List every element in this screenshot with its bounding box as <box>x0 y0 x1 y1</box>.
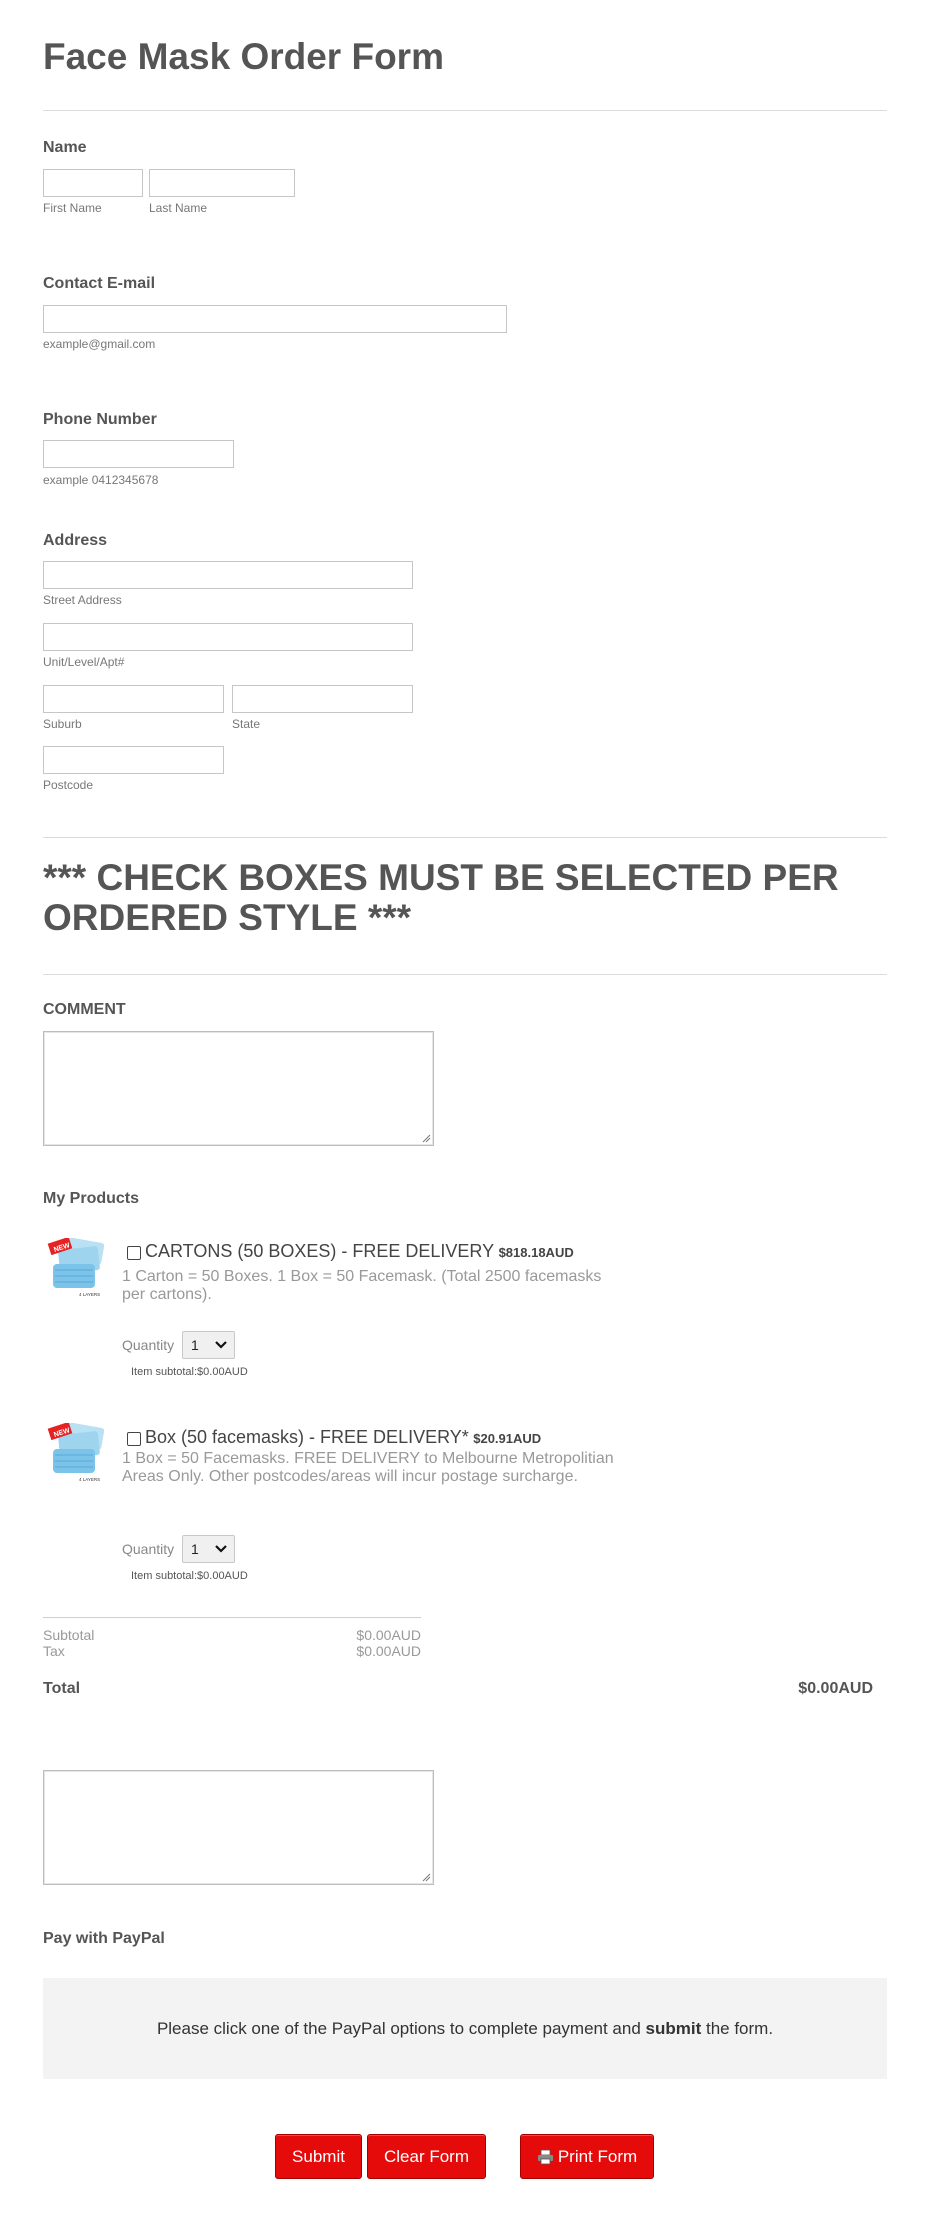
product-price: $20.91AUD <box>473 1431 542 1446</box>
paypal-message-bold: submit <box>645 2018 702 2038</box>
email-sublabel: example@gmail.com <box>43 337 156 351</box>
quantity-select-box[interactable]: 1 <box>182 1535 235 1563</box>
product-image-cartons: NEW 4 LAYERS <box>47 1238 109 1300</box>
comment-textarea[interactable] <box>43 1031 434 1146</box>
product-checkbox-box[interactable] <box>127 1432 141 1446</box>
paypal-message: Please click one of the PayPal options t… <box>157 2019 773 2039</box>
paypal-message-text-end: the form. <box>701 2018 774 2038</box>
item-subtotal: Item subtotal:$0.00AUD <box>131 1366 248 1378</box>
paypal-info-box: Please click one of the PayPal options t… <box>43 1978 887 2079</box>
submit-button-label: Submit <box>292 2146 345 2166</box>
last-name-sublabel: Last Name <box>149 201 208 215</box>
product-title-row: CARTONS (50 BOXES) - FREE DELIVERY $818.… <box>145 1241 574 1262</box>
quantity-select-cartons[interactable]: 1 <box>182 1331 235 1359</box>
check-boxes-notice: *** CHECK BOXES MUST BE SELECTED PER ORD… <box>43 857 839 938</box>
product-description: 1 Carton = 50 Boxes. 1 Box = 50 Facemask… <box>122 1268 602 1303</box>
print-form-button-label: Print Form <box>557 2146 638 2166</box>
form-title: Face Mask Order Form <box>43 36 444 77</box>
quantity-label: Quantity <box>122 1337 175 1353</box>
state-input[interactable] <box>232 685 413 713</box>
quantity-value: 1 <box>191 1337 199 1353</box>
street-address-sublabel: Street Address <box>43 593 122 607</box>
first-name-sublabel: First Name <box>43 201 102 215</box>
resize-handle-icon[interactable] <box>422 1873 431 1882</box>
phone-label: Phone Number <box>43 411 157 428</box>
product-image-caption: 4 LAYERS <box>79 1292 100 1297</box>
divider <box>43 837 887 838</box>
postcode-input[interactable] <box>43 746 224 774</box>
product-title: Box (50 facemasks) - FREE DELIVERY* <box>145 1427 469 1447</box>
submit-button[interactable]: Submit <box>275 2134 362 2179</box>
summary-divider <box>43 1617 421 1618</box>
printer-icon <box>537 2149 553 2164</box>
product-image-box: NEW 4 LAYERS <box>47 1423 109 1485</box>
tax-label: Tax <box>43 1643 65 1659</box>
name-label: Name <box>43 139 87 156</box>
notes-textarea[interactable] <box>43 1770 434 1885</box>
first-name-input[interactable] <box>43 169 143 197</box>
clear-form-button-label: Clear Form <box>383 2146 469 2166</box>
divider <box>43 974 887 975</box>
subtotal-label: Subtotal <box>43 1627 95 1643</box>
product-title-row: Box (50 facemasks) - FREE DELIVERY* $20.… <box>145 1427 541 1448</box>
chevron-down-icon <box>215 1341 227 1349</box>
total-label: Total <box>43 1680 81 1697</box>
item-subtotal: Item subtotal:$0.00AUD <box>131 1570 248 1582</box>
phone-input[interactable] <box>43 440 234 468</box>
product-image-caption: 4 LAYERS <box>79 1477 100 1482</box>
tax-value: $0.00AUD <box>356 1643 421 1659</box>
postcode-sublabel: Postcode <box>43 778 94 792</box>
phone-sublabel: example 0412345678 <box>43 473 159 487</box>
state-sublabel: State <box>232 717 261 731</box>
total-value: $0.00AUD <box>798 1680 873 1697</box>
subtotal-value: $0.00AUD <box>356 1627 421 1643</box>
suburb-input[interactable] <box>43 685 224 713</box>
divider <box>43 110 887 111</box>
resize-handle-icon[interactable] <box>422 1134 431 1143</box>
product-checkbox-cartons[interactable] <box>127 1246 141 1260</box>
street-address-input[interactable] <box>43 561 413 589</box>
product-description: 1 Box = 50 Facemasks. FREE DELIVERY to M… <box>122 1450 614 1485</box>
quantity-value: 1 <box>191 1541 199 1557</box>
unit-sublabel: Unit/Level/Apt# <box>43 655 125 669</box>
suburb-sublabel: Suburb <box>43 717 82 731</box>
last-name-input[interactable] <box>149 169 295 197</box>
clear-form-button[interactable]: Clear Form <box>367 2134 486 2179</box>
product-price: $818.18AUD <box>498 1245 574 1260</box>
email-label: Contact E-mail <box>43 275 156 292</box>
chevron-down-icon <box>215 1545 227 1553</box>
unit-input[interactable] <box>43 623 413 651</box>
paypal-message-text: Please click one of the PayPal options t… <box>156 2018 646 2038</box>
print-form-button[interactable]: Print Form <box>520 2134 654 2179</box>
products-label: My Products <box>43 1190 140 1207</box>
address-label: Address <box>43 532 108 549</box>
email-input[interactable] <box>43 305 507 333</box>
comment-label: COMMENT <box>43 1001 126 1018</box>
paypal-label: Pay with PayPal <box>43 1930 165 1947</box>
product-title: CARTONS (50 BOXES) - FREE DELIVERY <box>145 1241 495 1261</box>
quantity-label: Quantity <box>122 1541 175 1557</box>
